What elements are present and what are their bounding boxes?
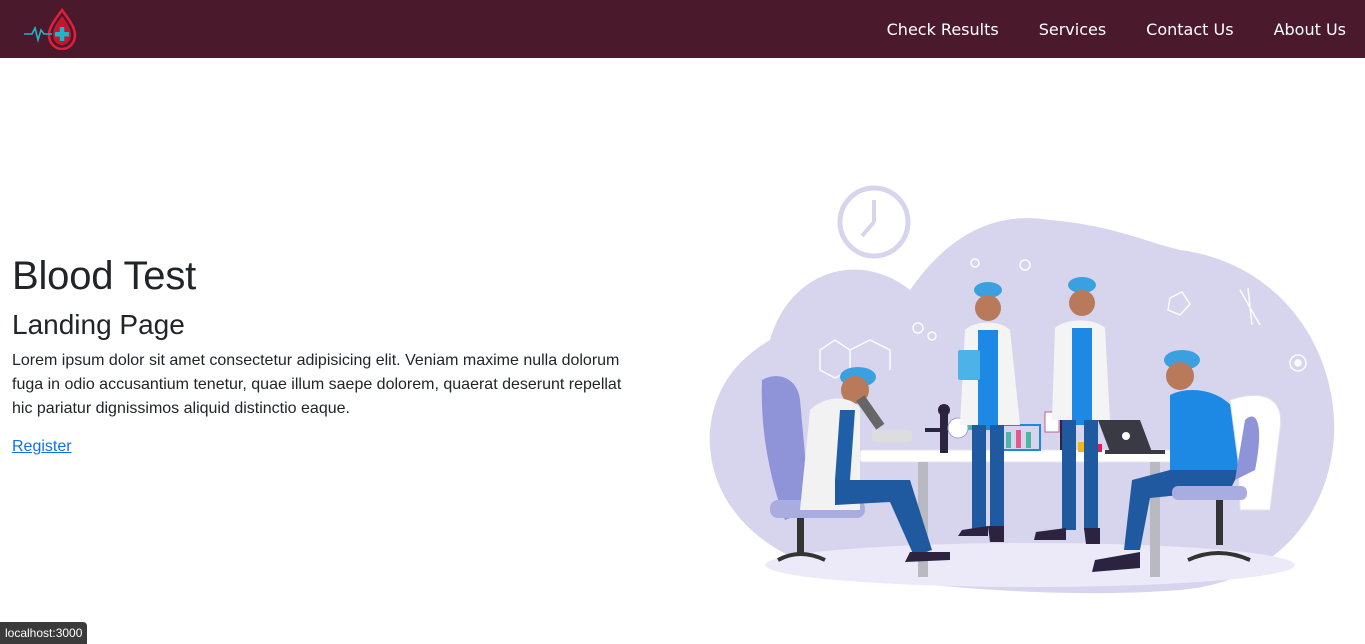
hero-subtitle: Landing Page	[12, 309, 185, 340]
hero-section: Blood Test Landing Page Lorem ipsum dolo…	[12, 252, 632, 456]
register-link[interactable]: Register	[12, 438, 72, 456]
lab-illustration	[700, 180, 1350, 600]
nav-check-results[interactable]: Check Results	[887, 20, 999, 39]
clock-icon	[837, 185, 911, 259]
hero-title: Blood Test	[12, 254, 197, 298]
nav-links: Check Results Services Contact Us About …	[847, 0, 1346, 58]
nav-services[interactable]: Services	[1039, 20, 1106, 39]
nav-contact-us[interactable]: Contact Us	[1146, 20, 1233, 39]
browser-status-url: localhost:3000	[0, 622, 88, 644]
navbar: Check Results Services Contact Us About …	[0, 0, 1365, 58]
lab-illustration-svg	[709, 185, 1335, 594]
nav-about-us[interactable]: About Us	[1274, 20, 1346, 39]
floor-shadow	[765, 543, 1295, 587]
hero-description: Lorem ipsum dolor sit amet consectetur a…	[12, 352, 622, 417]
logo[interactable]	[22, 7, 80, 51]
blood-drop-logo-icon	[24, 7, 77, 51]
